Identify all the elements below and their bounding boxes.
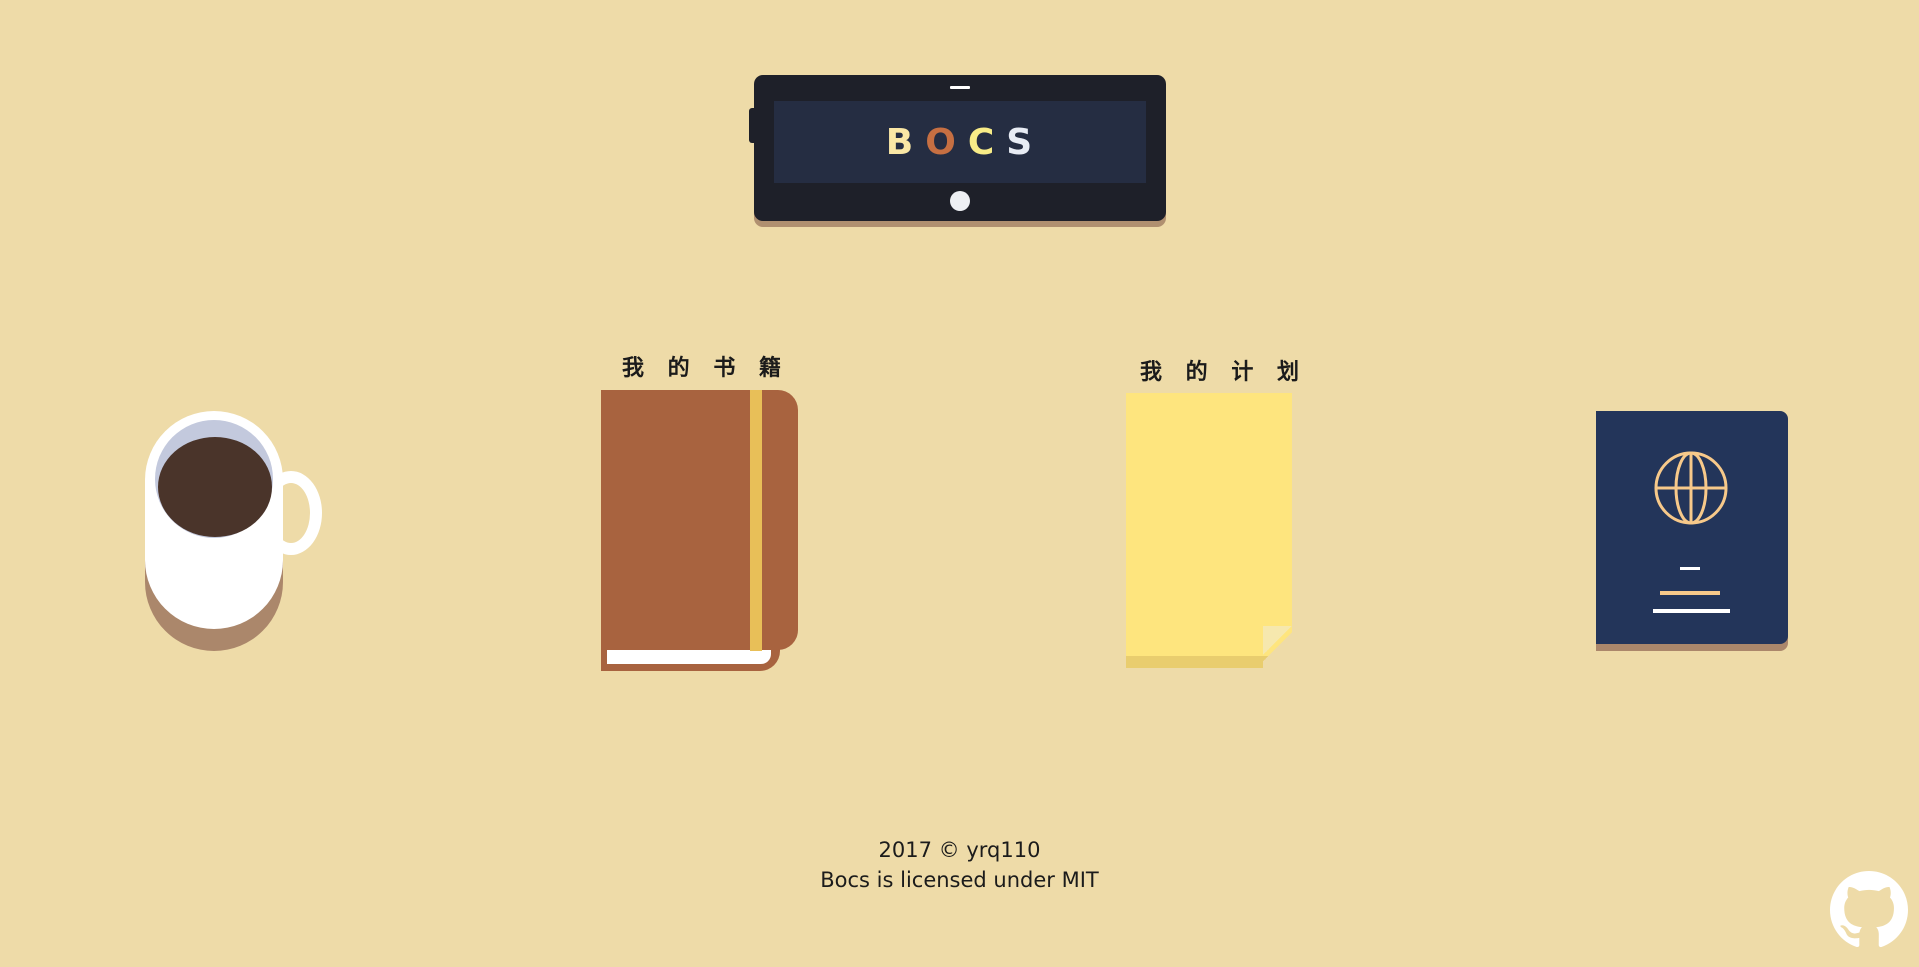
tablet-side-button xyxy=(749,108,756,143)
book-pages xyxy=(607,650,771,664)
passport-line-short xyxy=(1680,567,1700,570)
passport-globe-icon xyxy=(1654,451,1728,525)
footer-copyright: 2017 © yrq110 xyxy=(878,838,1041,862)
github-icon[interactable] xyxy=(1830,871,1908,949)
logo-letter-o: O xyxy=(925,121,958,163)
footer: 2017 © yrq110 Bocs is licensed under MIT xyxy=(0,835,1919,895)
books-label[interactable]: 我 的 书 籍 xyxy=(622,350,789,382)
book-strap xyxy=(750,390,762,651)
footer-license: Bocs is licensed under MIT xyxy=(820,868,1099,892)
tablet-home-button xyxy=(950,191,970,211)
tablet-speaker xyxy=(950,86,970,89)
book-cover xyxy=(601,390,798,650)
logo: B O C S xyxy=(886,122,1034,163)
passport-line-long xyxy=(1653,609,1730,613)
note-sheet xyxy=(1126,393,1292,656)
mug-coffee xyxy=(158,437,272,537)
plans-label[interactable]: 我 的 计 划 xyxy=(1140,354,1307,386)
note-corner-curl xyxy=(1263,626,1292,655)
passport-line-mid xyxy=(1660,591,1720,595)
tablet-screen[interactable]: B O C S xyxy=(774,101,1146,183)
logo-letter-s: S xyxy=(1006,121,1035,163)
logo-letter-c: C xyxy=(967,121,997,163)
logo-letter-b: B xyxy=(885,121,916,163)
